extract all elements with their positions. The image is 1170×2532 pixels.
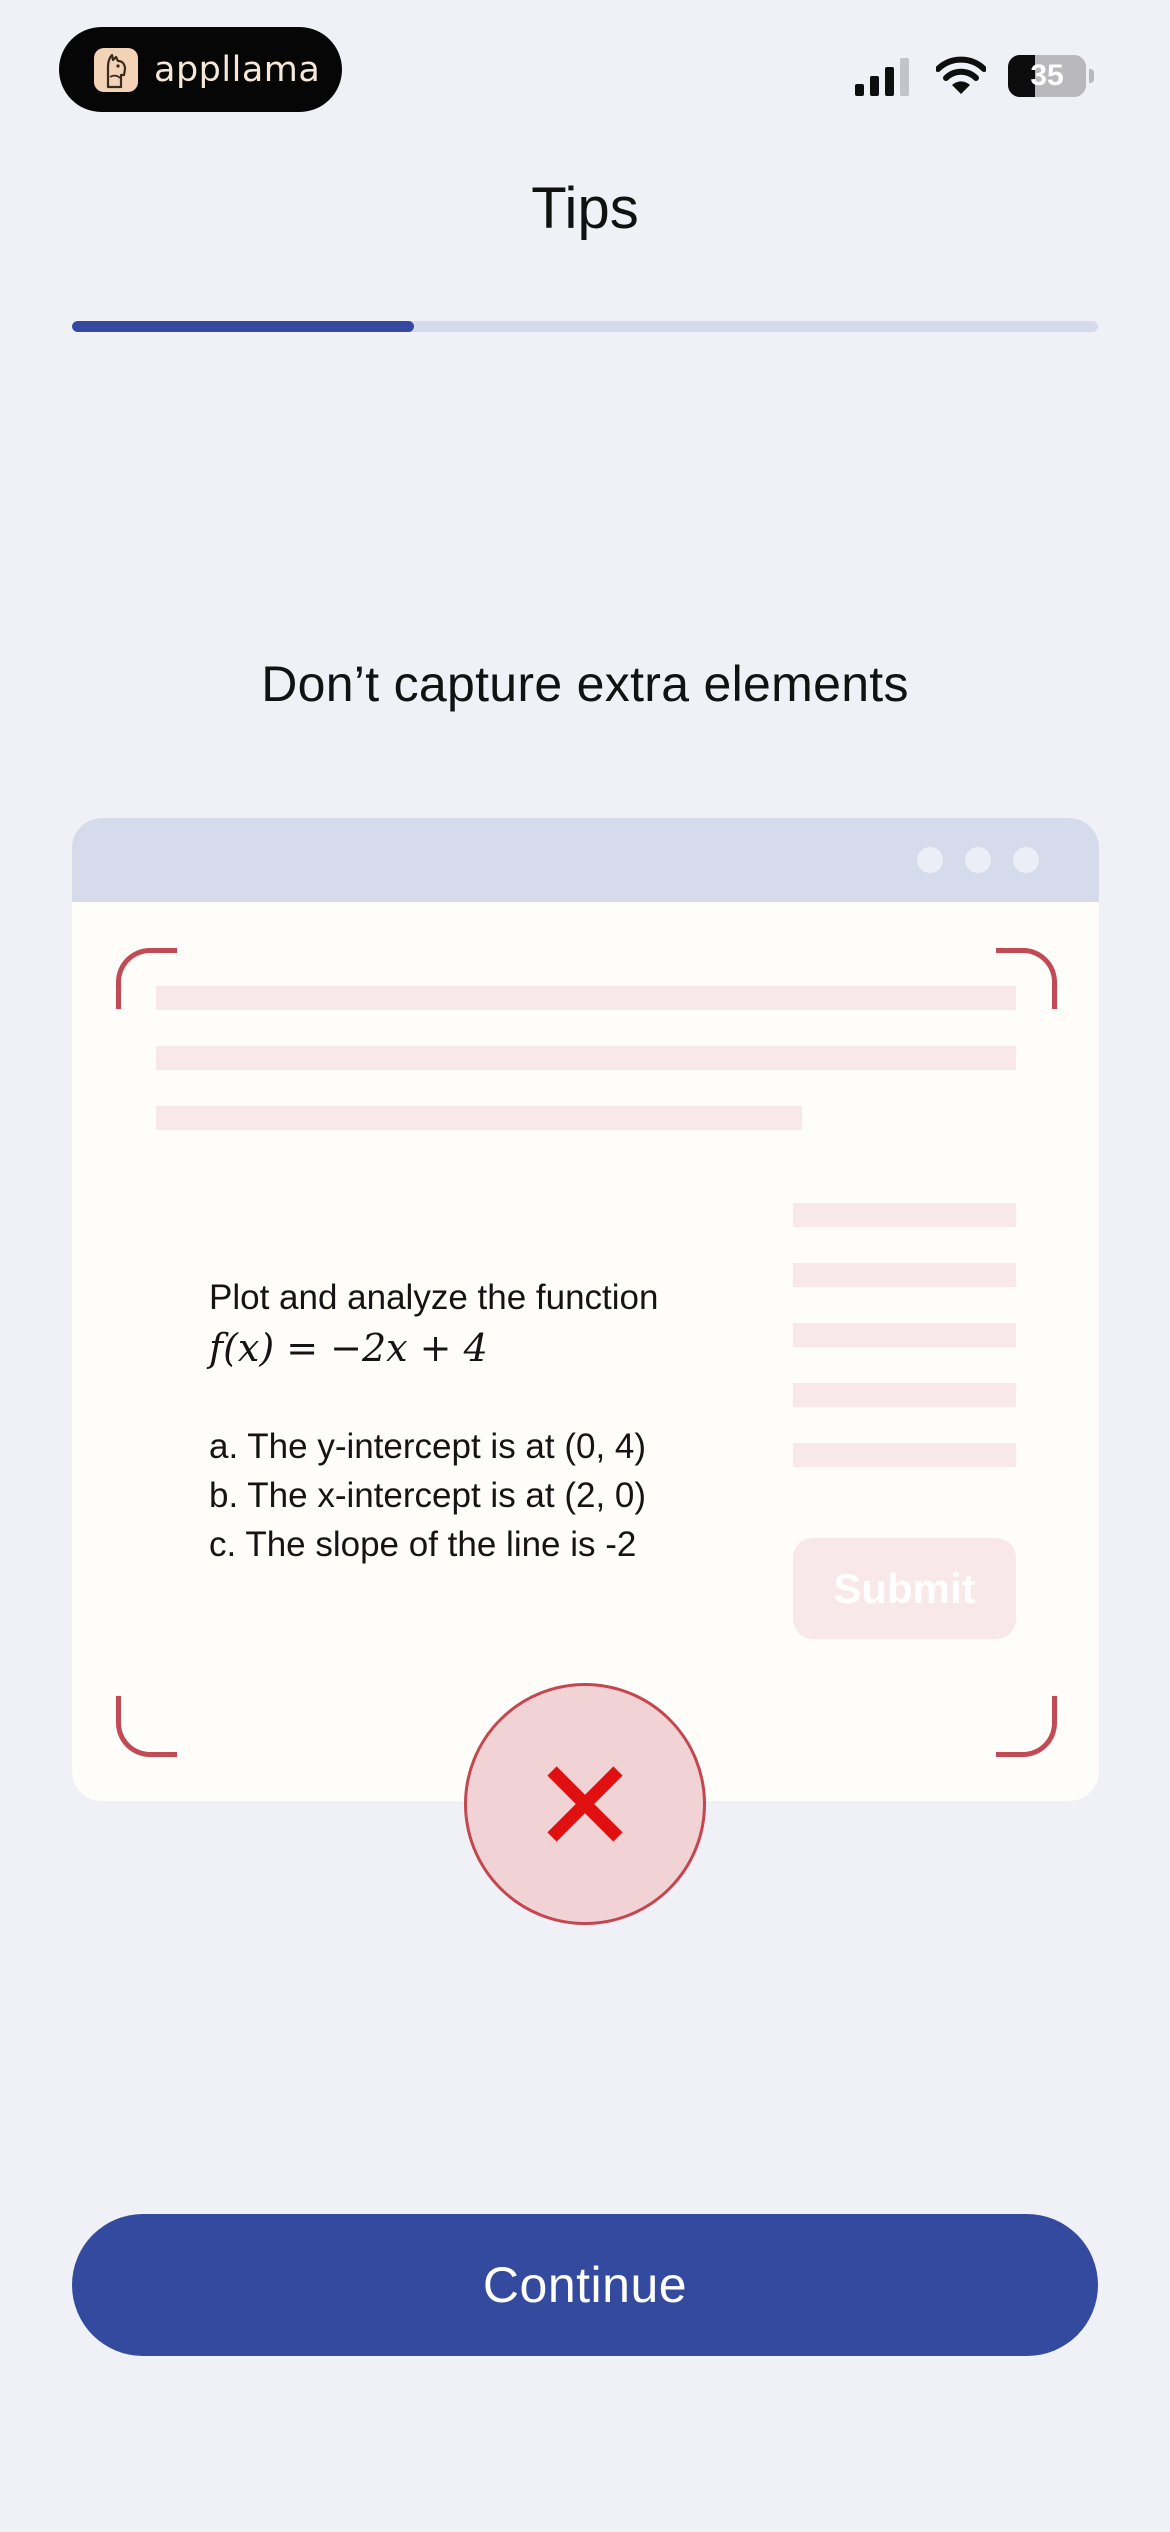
wifi-icon: [936, 56, 986, 94]
progress-fill: [72, 321, 414, 332]
window-titlebar: [72, 818, 1099, 902]
placeholder-text-line: [156, 1046, 1016, 1070]
scan-frame-corner-top-left: [116, 948, 177, 1009]
placeholder-side-line: [793, 1443, 1016, 1467]
problem-statement: a. The y-intercept is at (0, 4): [209, 1427, 647, 1466]
placeholder-side-line: [793, 1383, 1016, 1407]
tip-heading: Don’t capture extra elements: [261, 656, 909, 712]
window-dot-icon: [1013, 847, 1039, 873]
illustration-submit-button: Submit: [793, 1538, 1016, 1639]
placeholder-text-line: [156, 1106, 802, 1130]
brand-name: appllama: [154, 49, 321, 90]
problem-statement: b. The x-intercept is at (2, 0): [209, 1476, 647, 1515]
problem-prompt: Plot and analyze the function: [209, 1278, 659, 1317]
problem-formula: f(x) = −2x + 4: [209, 1326, 488, 1370]
error-badge: [464, 1683, 706, 1925]
placeholder-side-line: [793, 1323, 1016, 1347]
onboarding-progress-bar: [72, 321, 1098, 332]
math-problem: Plot and analyze the function f(x) = −2x…: [209, 1273, 658, 1569]
window-dot-icon: [965, 847, 991, 873]
llama-logo-icon: [94, 47, 138, 92]
brand-badge: appllama: [59, 27, 342, 112]
continue-button[interactable]: Continue: [72, 2214, 1098, 2356]
problem-statement: c. The slope of the line is -2: [209, 1525, 637, 1564]
battery-level: 35: [1030, 59, 1064, 92]
cellular-signal-icon: [855, 58, 909, 96]
placeholder-side-line: [793, 1263, 1016, 1287]
page-title: Tips: [531, 176, 639, 241]
placeholder-side-line: [793, 1203, 1016, 1227]
close-x-icon: [547, 1766, 623, 1842]
window-dot-icon: [917, 847, 943, 873]
placeholder-text-line: [156, 986, 1016, 1010]
example-screen-illustration: Plot and analyze the function f(x) = −2x…: [72, 818, 1099, 1801]
battery-icon: 35: [1008, 55, 1094, 97]
